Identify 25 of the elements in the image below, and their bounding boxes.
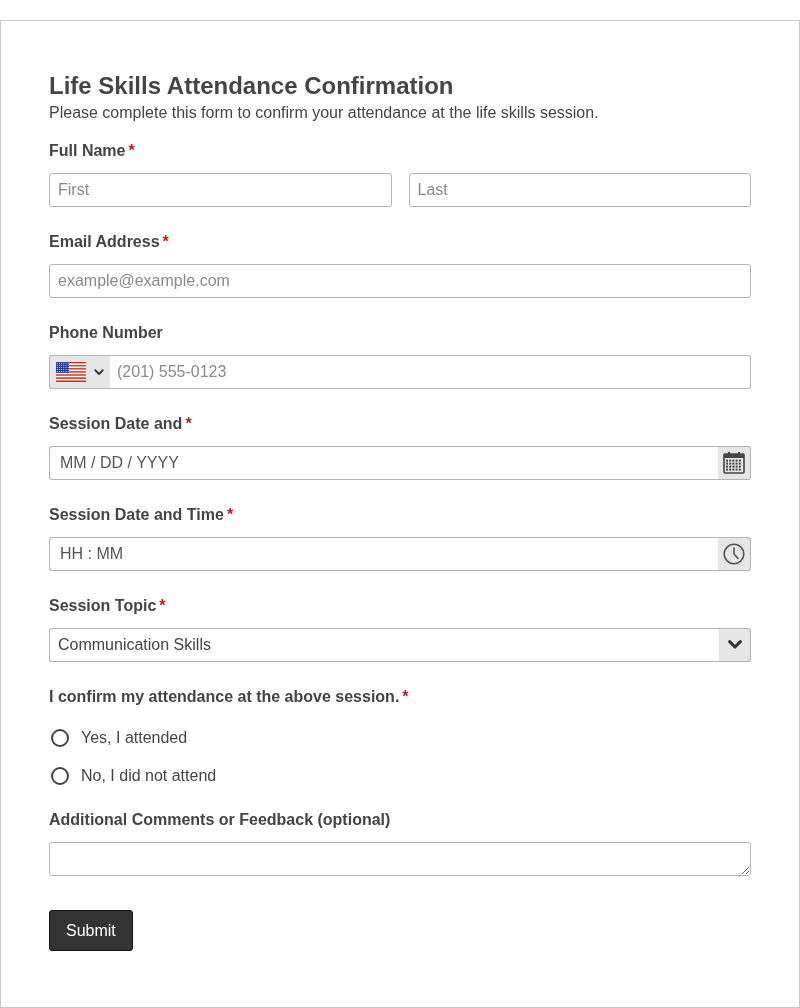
required-asterisk: * — [159, 596, 166, 616]
field-label: I confirm my attendance at the above session. — [49, 687, 400, 707]
field-label: Full Name — [49, 141, 126, 161]
field-label: Session Date and — [49, 414, 183, 434]
email-field[interactable]: example@example.com — [49, 264, 751, 298]
required-asterisk: * — [128, 141, 135, 161]
field-label: Phone Number — [49, 323, 163, 343]
field-label: Email Address — [49, 232, 160, 252]
field-label: Session Date and Time — [49, 505, 224, 525]
submit-button[interactable]: Submit — [49, 910, 133, 951]
required-asterisk: * — [185, 414, 192, 434]
radio-button[interactable] — [51, 767, 69, 785]
required-asterisk: * — [226, 505, 234, 525]
radio-button[interactable] — [51, 729, 69, 747]
form-title: Life Skills Attendance Confirmation — [49, 71, 455, 100]
option-label[interactable]: Yes, I attended — [81, 726, 188, 750]
required-asterisk: * — [402, 687, 409, 707]
required-asterisk: * — [162, 232, 169, 252]
field-label: Additional Comments or Feedback (optional) — [49, 810, 391, 830]
form-description: Please complete this form to confirm your attendance at the life skills session. — [49, 103, 600, 123]
name-field[interactable]: Last — [408, 173, 751, 207]
field-label: Session Topic — [49, 596, 157, 616]
comments-field[interactable] — [49, 842, 751, 876]
name-field[interactable]: First — [49, 173, 392, 207]
option-label[interactable]: No, I did not attend — [81, 764, 217, 788]
